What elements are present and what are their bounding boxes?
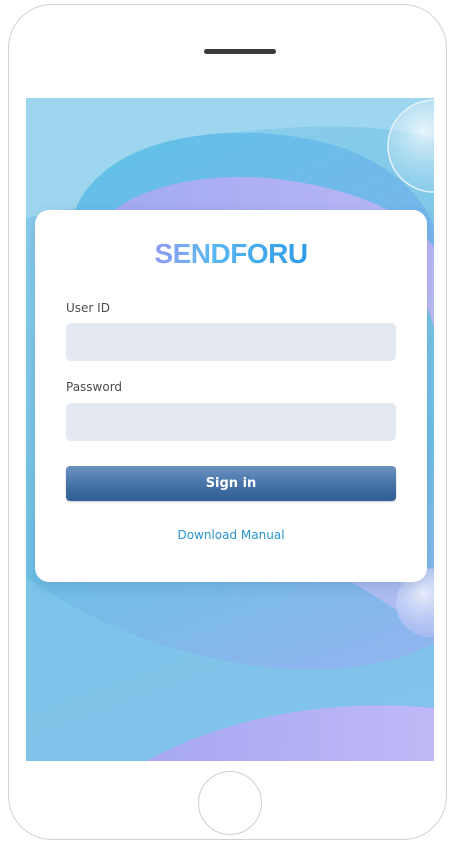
login-card: SENDFORU User ID Password Sign in Downlo… <box>35 210 427 582</box>
password-input[interactable] <box>66 403 396 441</box>
home-button[interactable] <box>198 771 262 835</box>
user-id-label: User ID <box>66 301 110 315</box>
user-id-input[interactable] <box>66 323 396 361</box>
download-manual-link[interactable]: Download Manual <box>35 528 427 542</box>
password-label: Password <box>66 380 123 394</box>
speaker-grille <box>204 49 276 54</box>
sign-in-button[interactable]: Sign in <box>66 466 396 501</box>
app-logo: SENDFORU <box>35 238 427 270</box>
